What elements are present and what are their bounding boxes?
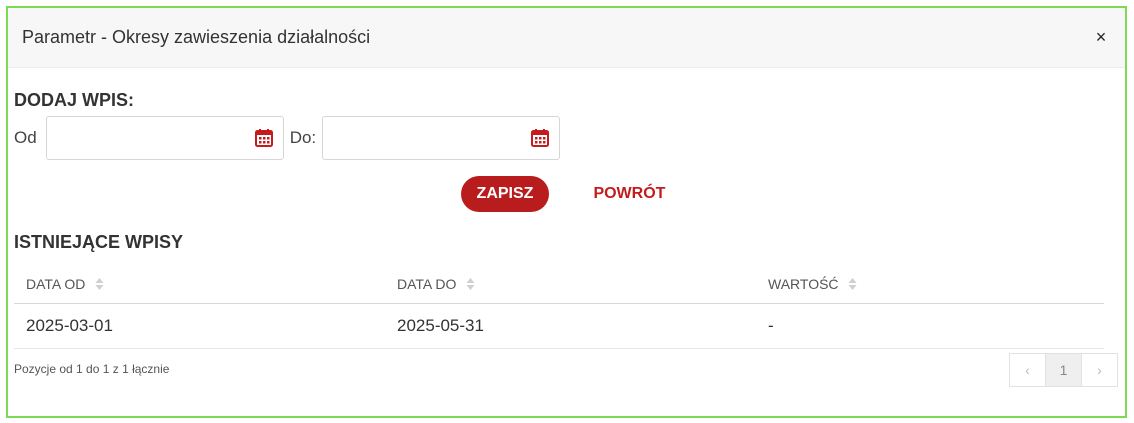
column-label: DATA DO — [397, 275, 457, 292]
column-header-date-from[interactable]: DATA OD — [14, 276, 385, 294]
to-label: Do: — [289, 128, 317, 147]
save-button[interactable]: ZAPISZ — [460, 176, 550, 212]
next-page-button[interactable]: › — [1081, 353, 1118, 387]
sort-icon — [466, 278, 475, 291]
form-actions: ZAPISZ POWRÓT — [0, 176, 1134, 212]
date-from-field[interactable] — [45, 116, 284, 160]
calendar-icon[interactable] — [530, 128, 550, 148]
date-to-input[interactable] — [331, 118, 536, 160]
sort-icon — [95, 278, 104, 291]
date-range-row: Od Do: — [14, 116, 561, 160]
table-row: 2025-03-01 2025-05-31 - — [14, 304, 1104, 349]
pagination: ‹ 1 › — [1009, 353, 1118, 387]
column-label: WARTOŚĆ — [768, 275, 839, 292]
column-header-date-to[interactable]: DATA DO — [385, 276, 756, 294]
modal-title: Parametr - Okresy zawieszenia działalnoś… — [22, 27, 371, 47]
pagination-info: Pozycje od 1 do 1 z 1 łącznie — [14, 362, 170, 376]
column-label: DATA OD — [26, 275, 86, 292]
add-entry-title: DODAJ WPIS: — [14, 90, 135, 110]
cell-date-from: 2025-03-01 — [26, 316, 113, 335]
column-header-value[interactable]: WARTOŚĆ — [756, 276, 1104, 294]
calendar-icon[interactable] — [254, 128, 274, 148]
close-button[interactable]: × — [1091, 27, 1111, 48]
cell-date-to: 2025-05-31 — [397, 316, 484, 335]
sort-icon — [848, 278, 857, 291]
modal-dialog: Parametr - Okresy zawieszenia działalnoś… — [6, 6, 1127, 418]
date-from-input[interactable] — [54, 118, 259, 160]
modal-header: Parametr - Okresy zawieszenia działalnoś… — [8, 8, 1125, 68]
prev-page-button[interactable]: ‹ — [1009, 353, 1046, 387]
from-label: Od — [14, 128, 37, 147]
back-button[interactable]: POWRÓT — [585, 185, 673, 203]
table-header: DATA OD DATA DO WARTOŚĆ — [14, 266, 1104, 304]
page-button[interactable]: 1 — [1045, 353, 1082, 387]
date-to-field[interactable] — [322, 116, 561, 160]
cell-value: - — [768, 316, 774, 335]
existing-entries-title: ISTNIEJĄCE WPISY — [14, 232, 184, 252]
entries-table: DATA OD DATA DO WARTOŚĆ 2025-03-01 2025-… — [14, 266, 1104, 349]
